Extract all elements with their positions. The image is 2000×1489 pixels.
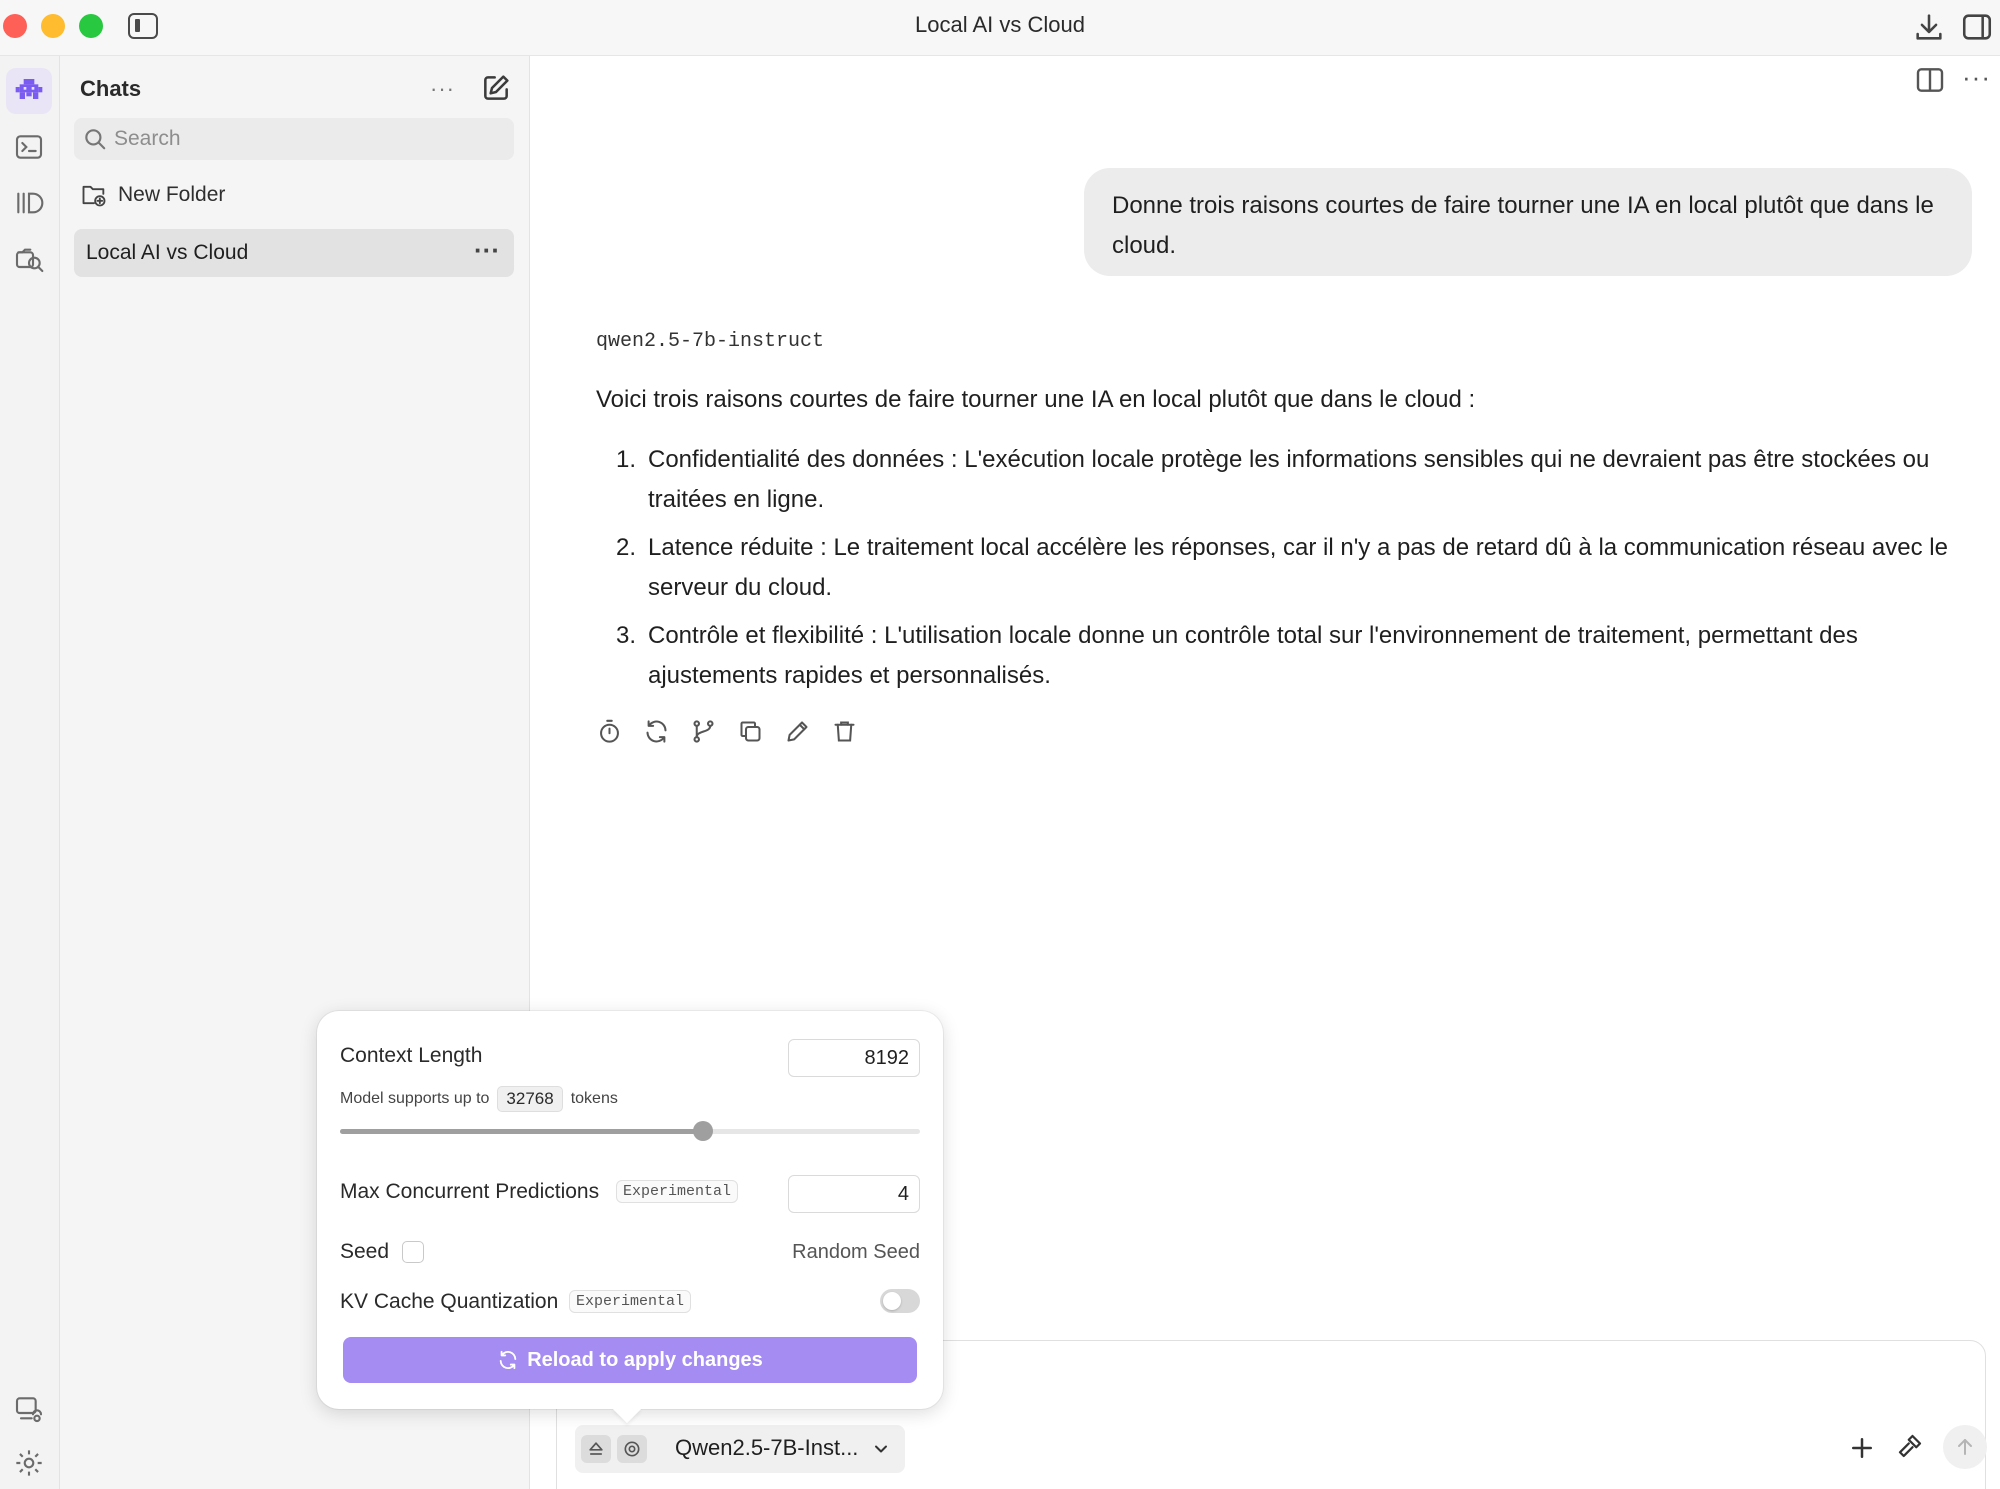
experimental-badge: Experimental — [616, 1180, 739, 1203]
context-length-slider[interactable] — [340, 1121, 920, 1141]
max-predictions-input[interactable] — [788, 1175, 920, 1213]
experimental-badge: Experimental — [569, 1290, 692, 1313]
settings-gear-icon[interactable] — [6, 1440, 52, 1486]
delete-trash-icon[interactable] — [831, 718, 858, 745]
split-view-icon[interactable] — [1914, 64, 1946, 96]
context-length-hint: Model supports up to 32768 tokens — [340, 1086, 618, 1112]
list-item: 2. Latence réduite : Le traitement local … — [616, 534, 1948, 601]
chat-item-menu[interactable]: ··· — [474, 235, 500, 266]
window-title: Local AI vs Cloud — [915, 12, 1085, 37]
copy-icon[interactable] — [737, 718, 764, 745]
slider-thumb[interactable] — [692, 1121, 713, 1141]
title-bar: Local AI vs Cloud — [0, 0, 2000, 56]
reload-button-label: Reload to apply changes — [527, 1348, 763, 1371]
reload-button[interactable]: Reload to apply changes — [343, 1337, 917, 1383]
model-selector[interactable]: Qwen2.5-7B-Inst... — [575, 1425, 905, 1473]
assistant-model-name: qwen2.5-7b-instruct — [596, 330, 825, 353]
stopwatch-icon[interactable] — [596, 718, 623, 745]
models-icon[interactable] — [6, 180, 52, 226]
new-folder-button[interactable]: New Folder — [80, 178, 225, 212]
chat-item-label: Local AI vs Cloud — [86, 241, 249, 264]
app-rail — [0, 56, 60, 1489]
chat-list-item[interactable]: Local AI vs Cloud ··· — [74, 229, 514, 277]
sidebar-more-menu[interactable]: ··· — [430, 76, 455, 102]
tools-hammer-icon[interactable] — [1895, 1431, 1925, 1461]
attach-plus-icon[interactable] — [1847, 1433, 1877, 1463]
supports-suffix: tokens — [570, 1090, 618, 1107]
send-arrow-icon[interactable] — [1943, 1425, 1987, 1469]
terminal-icon[interactable] — [6, 124, 52, 170]
right-panel-icon[interactable] — [1960, 10, 1994, 44]
user-message: Donne trois raisons courtes de faire tou… — [1084, 168, 1972, 276]
edit-pencil-icon[interactable] — [784, 718, 811, 745]
model-settings-popover: Context Length Model supports up to 3276… — [317, 1011, 943, 1409]
search-input[interactable] — [114, 118, 504, 160]
new-folder-icon — [82, 185, 106, 207]
eject-icon[interactable] — [581, 1435, 611, 1463]
list-item: 3. Contrôle et flexibilité : L'utilisatio… — [616, 622, 1858, 689]
chevron-down-icon — [871, 1439, 891, 1459]
context-length-input[interactable] — [788, 1039, 920, 1077]
message-actions — [596, 718, 858, 745]
assistant-answer-intro: Voici trois raisons courtes de faire tou… — [596, 386, 1476, 413]
reload-icon — [499, 1350, 517, 1370]
max-tokens-pill: 32768 — [497, 1086, 563, 1112]
supports-prefix: Model supports up to — [340, 1090, 490, 1107]
context-length-label: Context Length — [340, 1044, 483, 1067]
developer-icon[interactable] — [6, 1386, 52, 1432]
chat-more-menu[interactable]: ··· — [1962, 62, 1991, 93]
branch-icon[interactable] — [690, 718, 717, 745]
kv-cache-toggle[interactable] — [880, 1289, 920, 1313]
slider-fill — [340, 1129, 703, 1134]
download-icon[interactable] — [1912, 10, 1946, 44]
model-settings-gear-icon[interactable] — [617, 1435, 647, 1463]
seed-checkbox[interactable] — [402, 1241, 424, 1263]
search-field — [74, 118, 514, 160]
chat-mode-icon[interactable] — [6, 68, 52, 114]
kv-cache-label: KV Cache Quantization — [340, 1290, 559, 1313]
max-predictions-label: Max Concurrent Predictions — [340, 1180, 600, 1203]
sidebar-title: Chats — [80, 76, 142, 101]
random-seed-label: Random Seed — [792, 1241, 920, 1263]
model-chip-label: Qwen2.5-7B-Inst... — [675, 1435, 859, 1460]
new-chat-icon[interactable] — [480, 72, 512, 104]
discover-icon[interactable] — [6, 236, 52, 282]
assistant-answer-list: 1. Confidentialité des données : L'exécut… — [596, 440, 1976, 704]
seed-label: Seed — [340, 1240, 390, 1263]
regenerate-icon[interactable] — [643, 718, 670, 745]
new-folder-label: New Folder — [118, 183, 226, 206]
list-item: 1. Confidentialité des données : L'exécut… — [616, 446, 1930, 513]
search-icon — [85, 129, 106, 150]
